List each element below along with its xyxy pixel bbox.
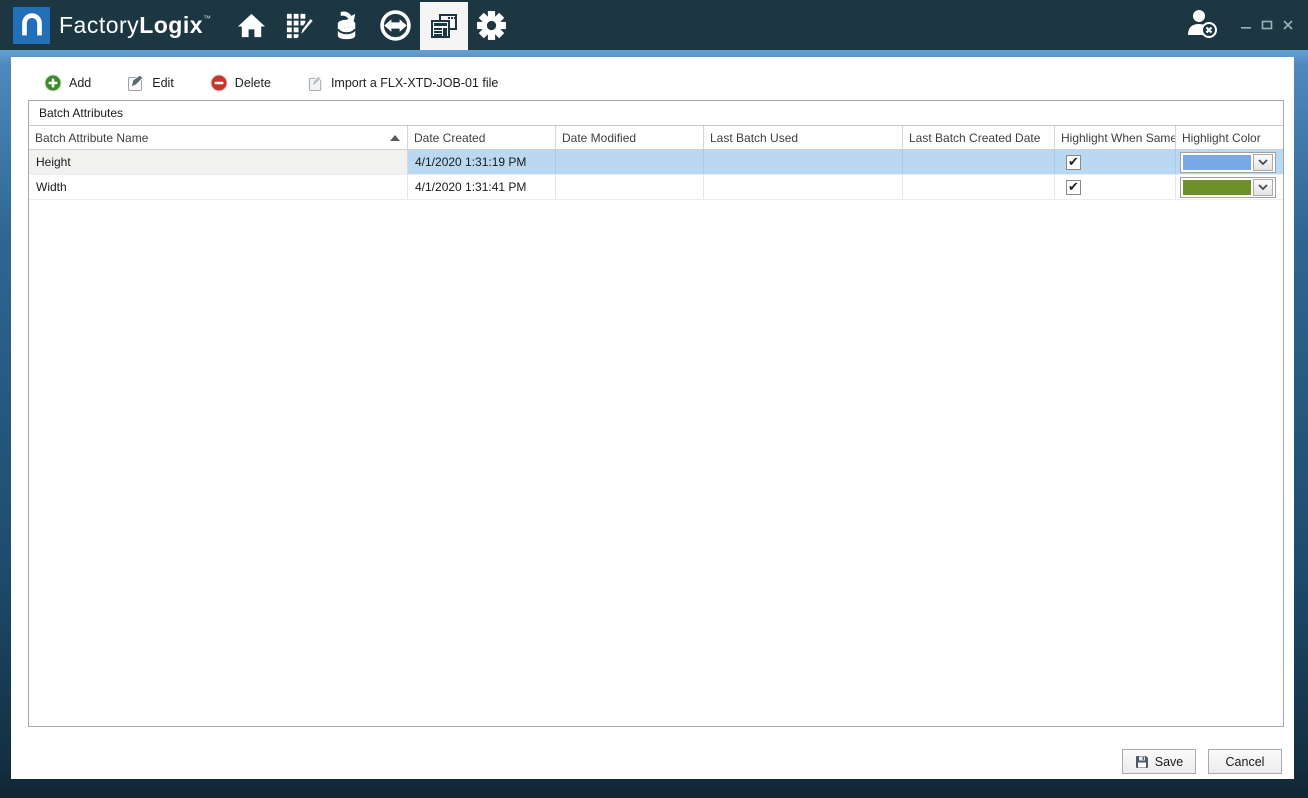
app-title: FactoryLogix™	[59, 12, 212, 39]
column-header-last-batch-used[interactable]: Last Batch Used	[704, 126, 903, 149]
dropdown-button[interactable]	[1253, 154, 1273, 171]
brand-trademark: ™	[203, 14, 212, 23]
brand-factory: Factory	[59, 12, 139, 38]
cancel-label: Cancel	[1226, 755, 1265, 769]
delete-button[interactable]: Delete	[199, 70, 282, 96]
gear-icon	[475, 9, 508, 42]
cell-last-batch-created-date[interactable]	[903, 175, 1055, 199]
app-window: FactoryLogix™	[0, 0, 1308, 798]
toolbar: Add Edit Delete	[33, 70, 1286, 96]
user-logout-icon	[1185, 6, 1219, 40]
cell-highlight-color	[1176, 150, 1283, 174]
cell-name[interactable]: Height	[29, 150, 408, 174]
save-icon	[1135, 755, 1149, 769]
edit-button[interactable]: Edit	[116, 70, 185, 96]
cell-date-modified[interactable]	[556, 150, 704, 174]
user-logout-button[interactable]	[1185, 6, 1219, 45]
batch-attributes-grid: Batch Attributes Batch Attribute Name Da…	[28, 100, 1284, 727]
column-label: Batch Attribute Name	[35, 131, 148, 145]
close-icon	[1282, 19, 1294, 31]
window-frame: Add Edit Delete	[0, 50, 1308, 798]
column-label: Highlight Color	[1182, 131, 1261, 145]
table-row-height[interactable]: Height 4/1/2020 1:31:19 PM	[29, 150, 1283, 175]
add-label: Add	[69, 76, 91, 90]
window-controls	[1235, 11, 1298, 39]
highlight-color-dropdown[interactable]	[1180, 152, 1276, 173]
cell-highlight-when-same	[1055, 175, 1176, 199]
batch-documents-icon	[428, 10, 460, 42]
cell-last-batch-created-date[interactable]	[903, 150, 1055, 174]
column-label: Highlight When Same	[1061, 131, 1176, 145]
column-header-date-modified[interactable]: Date Modified	[556, 126, 704, 149]
cell-highlight-when-same	[1055, 150, 1176, 174]
database-import-icon	[332, 10, 363, 41]
home-icon	[236, 10, 267, 41]
delete-label: Delete	[235, 76, 271, 90]
cancel-button[interactable]: Cancel	[1208, 749, 1282, 774]
main-nav	[228, 0, 516, 50]
chevron-down-icon	[1258, 184, 1268, 191]
sync-arrows-icon	[379, 9, 412, 42]
column-label: Date Modified	[562, 131, 636, 145]
delete-icon	[210, 74, 228, 92]
color-swatch	[1183, 155, 1251, 170]
import-label: Import a FLX-XTD-JOB-01 file	[331, 76, 498, 90]
column-header-highlight-color[interactable]: Highlight Color	[1176, 126, 1283, 149]
sort-ascending-icon	[390, 135, 400, 141]
cell-highlight-color	[1176, 175, 1283, 199]
highlight-when-same-checkbox[interactable]	[1066, 180, 1081, 195]
column-header-highlight-when-same[interactable]: Highlight When Same	[1055, 126, 1176, 149]
add-icon	[44, 74, 62, 92]
cell-date-created[interactable]: 4/1/2020 1:31:19 PM	[408, 150, 556, 174]
save-button[interactable]: Save	[1122, 749, 1196, 774]
table-row-width[interactable]: Width 4/1/2020 1:31:41 PM	[29, 175, 1283, 200]
import-flx-file-button[interactable]: Import a FLX-XTD-JOB-01 file	[296, 70, 509, 96]
cell-last-batch-used[interactable]	[704, 150, 903, 174]
import-file-icon	[307, 75, 324, 92]
minimize-icon	[1240, 19, 1252, 31]
column-header-last-batch-created-date[interactable]: Last Batch Created Date	[903, 126, 1055, 149]
column-label: Last Batch Used	[710, 131, 798, 145]
highlight-color-dropdown[interactable]	[1180, 177, 1276, 198]
logo-n-icon	[17, 10, 47, 40]
grid-pencil-icon	[284, 10, 315, 41]
add-button[interactable]: Add	[33, 70, 102, 96]
nav-home[interactable]	[228, 0, 276, 50]
edit-label: Edit	[152, 76, 174, 90]
content-panel: Add Edit Delete	[11, 57, 1294, 779]
titlebar: FactoryLogix™	[0, 0, 1308, 50]
color-swatch	[1183, 180, 1251, 195]
column-header-batch-attribute-name[interactable]: Batch Attribute Name	[29, 126, 408, 149]
nav-sync-transfer[interactable]	[372, 0, 420, 50]
chevron-down-icon	[1258, 159, 1268, 166]
app-logo	[13, 7, 50, 44]
nav-settings[interactable]	[468, 0, 516, 50]
nav-batch-documents[interactable]	[420, 2, 468, 50]
column-label: Date Created	[414, 131, 485, 145]
nav-production-grid-editor[interactable]	[276, 0, 324, 50]
column-header-date-created[interactable]: Date Created	[408, 126, 556, 149]
titlebar-right	[1185, 6, 1308, 45]
grid-header-row: Batch Attribute Name Date Created Date M…	[29, 126, 1283, 150]
cell-date-created[interactable]: 4/1/2020 1:31:41 PM	[408, 175, 556, 199]
dropdown-button[interactable]	[1253, 179, 1273, 196]
column-label: Last Batch Created Date	[909, 131, 1040, 145]
minimize-button[interactable]	[1235, 11, 1256, 39]
close-button[interactable]	[1277, 11, 1298, 39]
grid-caption: Batch Attributes	[29, 101, 1283, 126]
nav-data-import[interactable]	[324, 0, 372, 50]
cell-last-batch-used[interactable]	[704, 175, 903, 199]
maximize-icon	[1261, 19, 1273, 31]
brand-logix: Logix	[139, 12, 203, 38]
cell-name[interactable]: Width	[29, 175, 408, 199]
maximize-button[interactable]	[1256, 11, 1277, 39]
highlight-when-same-checkbox[interactable]	[1066, 155, 1081, 170]
cell-date-modified[interactable]	[556, 175, 704, 199]
save-label: Save	[1155, 755, 1184, 769]
edit-icon	[127, 74, 145, 92]
